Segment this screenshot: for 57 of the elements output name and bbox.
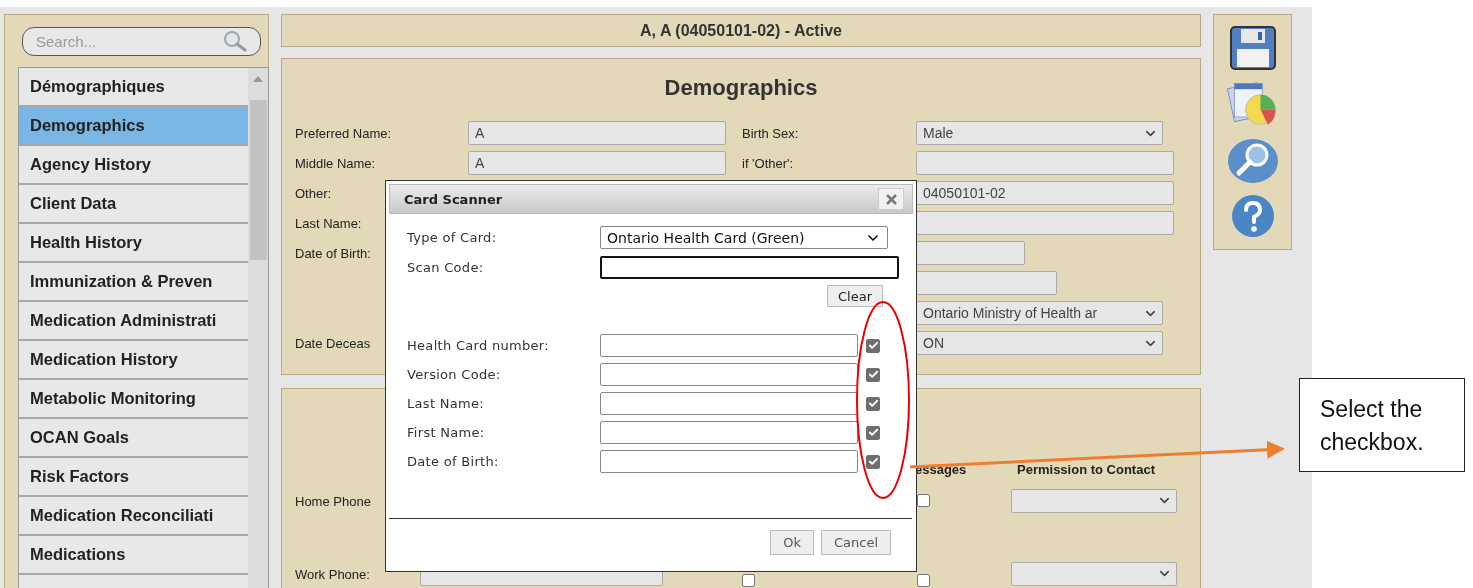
input-field[interactable] [916, 211, 1174, 235]
checkbox[interactable] [866, 396, 880, 411]
dropdown[interactable]: Ontario Ministry of Health ar [916, 301, 1163, 325]
input-field[interactable] [916, 271, 1057, 295]
column-header: Permission to Contact [1017, 462, 1155, 477]
checkbox[interactable] [866, 425, 880, 440]
input-field[interactable] [600, 256, 899, 279]
input-field[interactable]: A [468, 151, 726, 175]
field-label: Home Phone [295, 493, 371, 509]
input-field[interactable]: 04050101-02 [916, 181, 1174, 205]
field-label: Birth Sex: [742, 126, 799, 141]
input-field[interactable] [600, 450, 858, 473]
field-label: Scan Code: [407, 260, 485, 275]
field-label: Type of Card: [407, 230, 498, 245]
scrollbar[interactable] [248, 68, 268, 588]
dropdown[interactable]: Male [916, 121, 1163, 145]
sidebar-item[interactable]: Demographics [19, 107, 248, 146]
column-header: essages [915, 462, 967, 477]
dropdown[interactable]: ON [916, 331, 1163, 355]
field-label: Date of Birth: [295, 246, 371, 261]
field-label: if 'Other': [742, 156, 794, 171]
cancel-button[interactable]: Cancel [820, 530, 891, 555]
field-label: First Name: [407, 425, 486, 440]
checkbox[interactable] [742, 574, 755, 587]
field-label: Last Name: [295, 216, 362, 231]
input-field[interactable] [600, 334, 858, 357]
input-field[interactable] [916, 151, 1174, 175]
field-label: Last Name: [407, 396, 485, 411]
input-field[interactable] [600, 363, 858, 386]
clear-button[interactable]: Clear [827, 285, 883, 307]
input-field[interactable] [600, 421, 858, 444]
checkbox[interactable] [866, 338, 880, 353]
field-label: Health Card number: [407, 338, 550, 353]
callout-note: Select the checkbox. [1299, 378, 1465, 472]
field-label: Date Deceas [295, 336, 371, 351]
checkbox[interactable] [917, 494, 930, 507]
field-label: Version Code: [407, 367, 502, 382]
input-field[interactable]: A [468, 121, 726, 145]
close-button[interactable] [878, 188, 904, 210]
dropdown[interactable]: Ontario Health Card (Green) [600, 226, 888, 249]
checkbox[interactable] [917, 574, 930, 587]
field-label: Preferred Name: [295, 126, 392, 141]
patient-header: A, A (04050101-02) - Active [281, 14, 1201, 47]
ok-button[interactable]: Ok [770, 530, 814, 555]
field-label: Middle Name: [295, 156, 376, 171]
section-title: Demographics [663, 75, 819, 101]
input-field[interactable] [916, 241, 1025, 265]
checkbox[interactable] [866, 454, 880, 469]
search-field[interactable]: Search... [22, 27, 261, 56]
field-label: Other: [295, 186, 332, 201]
checkbox[interactable] [866, 367, 880, 382]
input-field[interactable] [600, 392, 858, 415]
dialog-title: Card Scanner [404, 191, 503, 207]
field-label: Work Phone: [295, 566, 370, 582]
field-label: Date of Birth: [407, 454, 500, 469]
scroll-up-icon[interactable] [253, 76, 263, 82]
search-icon [223, 30, 247, 52]
